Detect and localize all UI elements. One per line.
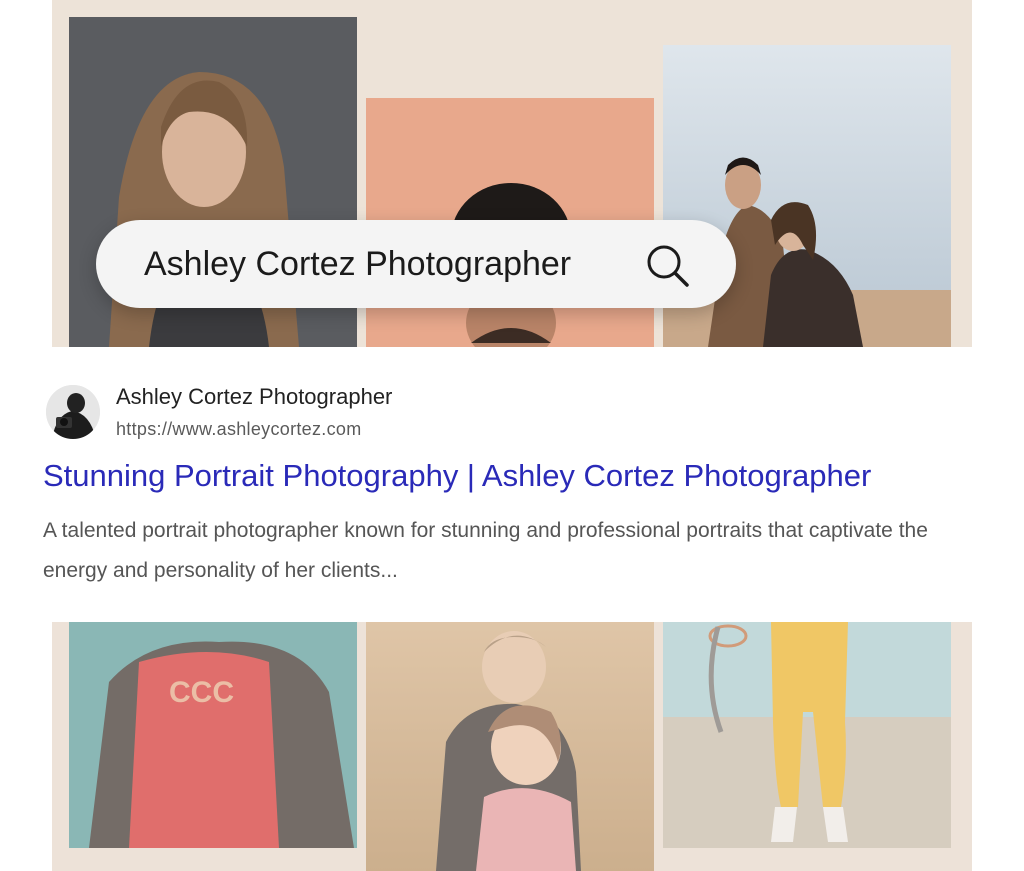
search-input[interactable]: Ashley Cortez Photographer bbox=[144, 244, 571, 284]
site-url[interactable]: https://www.ashleycortez.com bbox=[116, 419, 362, 440]
faded-overlay bbox=[52, 622, 972, 871]
search-icon[interactable] bbox=[642, 240, 692, 290]
search-bar[interactable]: Ashley Cortez Photographer bbox=[96, 220, 736, 308]
search-result-card: Ashley Cortez Photographer https://www.a… bbox=[0, 347, 1024, 622]
result-snippet: A talented portrait photographer known f… bbox=[43, 519, 928, 582]
avatar bbox=[46, 385, 100, 439]
site-name: Ashley Cortez Photographer bbox=[116, 384, 393, 409]
result-title-link[interactable]: Stunning Portrait Photography | Ashley C… bbox=[43, 458, 871, 494]
